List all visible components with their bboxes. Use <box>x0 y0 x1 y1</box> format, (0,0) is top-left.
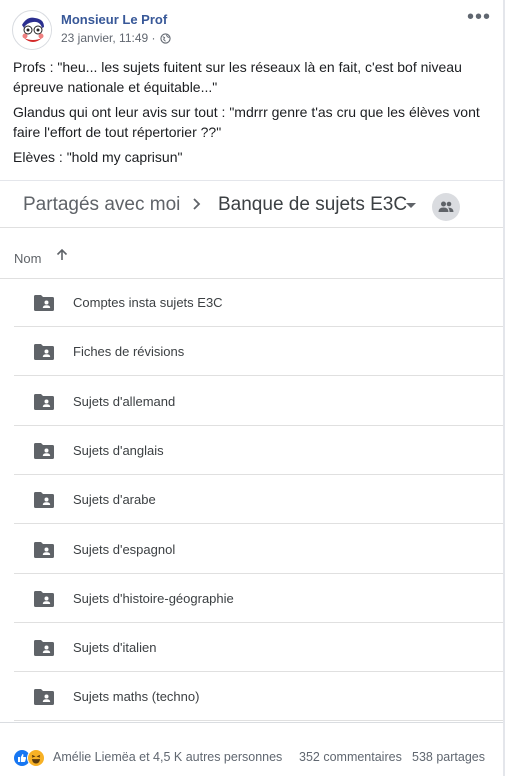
shared-folder-icon <box>34 393 54 410</box>
shared-folder-icon <box>34 640 54 657</box>
shared-folder-icon <box>34 541 54 558</box>
comments-count[interactable]: 352 commentaires <box>299 750 402 764</box>
folder-name: Sujets d'anglais <box>73 442 164 458</box>
drive-breadcrumb: Partagés avec moi Banque de sujets E3C <box>0 181 503 228</box>
facebook-post: Monsieur Le Prof 23 janvier, 11:49 · •••… <box>0 0 505 776</box>
post-date[interactable]: 23 janvier, 11:49 · <box>61 31 156 45</box>
globe-icon <box>159 32 171 44</box>
folder-row[interactable]: Sujets d'allemand <box>14 378 503 426</box>
post-header: Monsieur Le Prof 23 janvier, 11:49 · ••• <box>12 7 491 50</box>
post-paragraph: Glandus qui ont leur avis sur tout : "md… <box>13 104 480 140</box>
shares-count[interactable]: 538 partages <box>412 750 485 764</box>
post-paragraph: Elèves : "hold my caprisun" <box>13 149 183 165</box>
shared-folder-icon <box>34 689 54 706</box>
folder-row[interactable]: Sujets d'espagnol <box>14 526 503 574</box>
folder-row[interactable]: Sujets d'italien <box>14 624 503 673</box>
post-footer: Amélie Liemëa et 4,5 K autres personnes … <box>0 722 503 777</box>
column-name-label[interactable]: Nom <box>14 251 41 266</box>
folder-row[interactable]: Fiches de révisions <box>14 328 503 377</box>
sort-arrow-up-icon[interactable] <box>55 248 69 262</box>
folder-name: Sujets maths (techno) <box>73 689 200 705</box>
shared-folder-icon <box>34 295 54 311</box>
author-avatar[interactable] <box>12 10 52 50</box>
reactions[interactable] <box>13 749 49 767</box>
folder-row[interactable]: Sujets d'anglais <box>14 427 503 475</box>
reactors-text[interactable]: Amélie Liemëa et 4,5 K autres personnes <box>53 750 282 764</box>
folder-name: Sujets d'histoire-géographie <box>73 590 234 606</box>
shared-people-icon[interactable] <box>432 193 460 221</box>
shared-folder-icon <box>34 492 54 509</box>
shared-folder-icon <box>34 442 54 459</box>
shared-folder-icon <box>34 590 54 607</box>
post-text: Profs : "heu... les sujets fuitent sur l… <box>13 58 485 174</box>
folder-name: Sujets d'espagnol <box>73 541 176 557</box>
post-paragraph: Profs : "heu... les sujets fuitent sur l… <box>13 59 462 95</box>
breadcrumb-current-folder[interactable]: Banque de sujets E3C <box>218 194 407 216</box>
drive-screenshot[interactable]: Partagés avec moi Banque de sujets E3C N… <box>0 180 503 723</box>
folder-row[interactable]: Sujets d'arabe <box>14 476 503 525</box>
shared-folder-icon <box>34 344 54 361</box>
post-meta: 23 janvier, 11:49 · <box>61 31 171 45</box>
folder-row[interactable]: Sujets maths (techno) <box>14 673 503 722</box>
more-dots-icon[interactable]: ••• <box>467 7 491 27</box>
caret-down-icon[interactable] <box>406 203 416 208</box>
folder-row[interactable]: Sujets d'histoire-géographie <box>14 575 503 623</box>
folder-name: Sujets d'italien <box>73 640 157 656</box>
haha-reaction-icon <box>27 749 45 767</box>
folder-name: Sujets d'arabe <box>73 492 156 508</box>
chevron-right-icon <box>193 198 201 210</box>
folder-row[interactable]: Comptes insta sujets E3C <box>14 279 503 327</box>
folder-name: Comptes insta sujets E3C <box>73 295 223 310</box>
breadcrumb-shared-with-me[interactable]: Partagés avec moi <box>23 194 180 216</box>
folder-name: Sujets d'allemand <box>73 393 176 409</box>
column-header: Nom <box>0 228 503 279</box>
author-name[interactable]: Monsieur Le Prof <box>61 12 167 27</box>
folder-name: Fiches de révisions <box>73 344 185 360</box>
